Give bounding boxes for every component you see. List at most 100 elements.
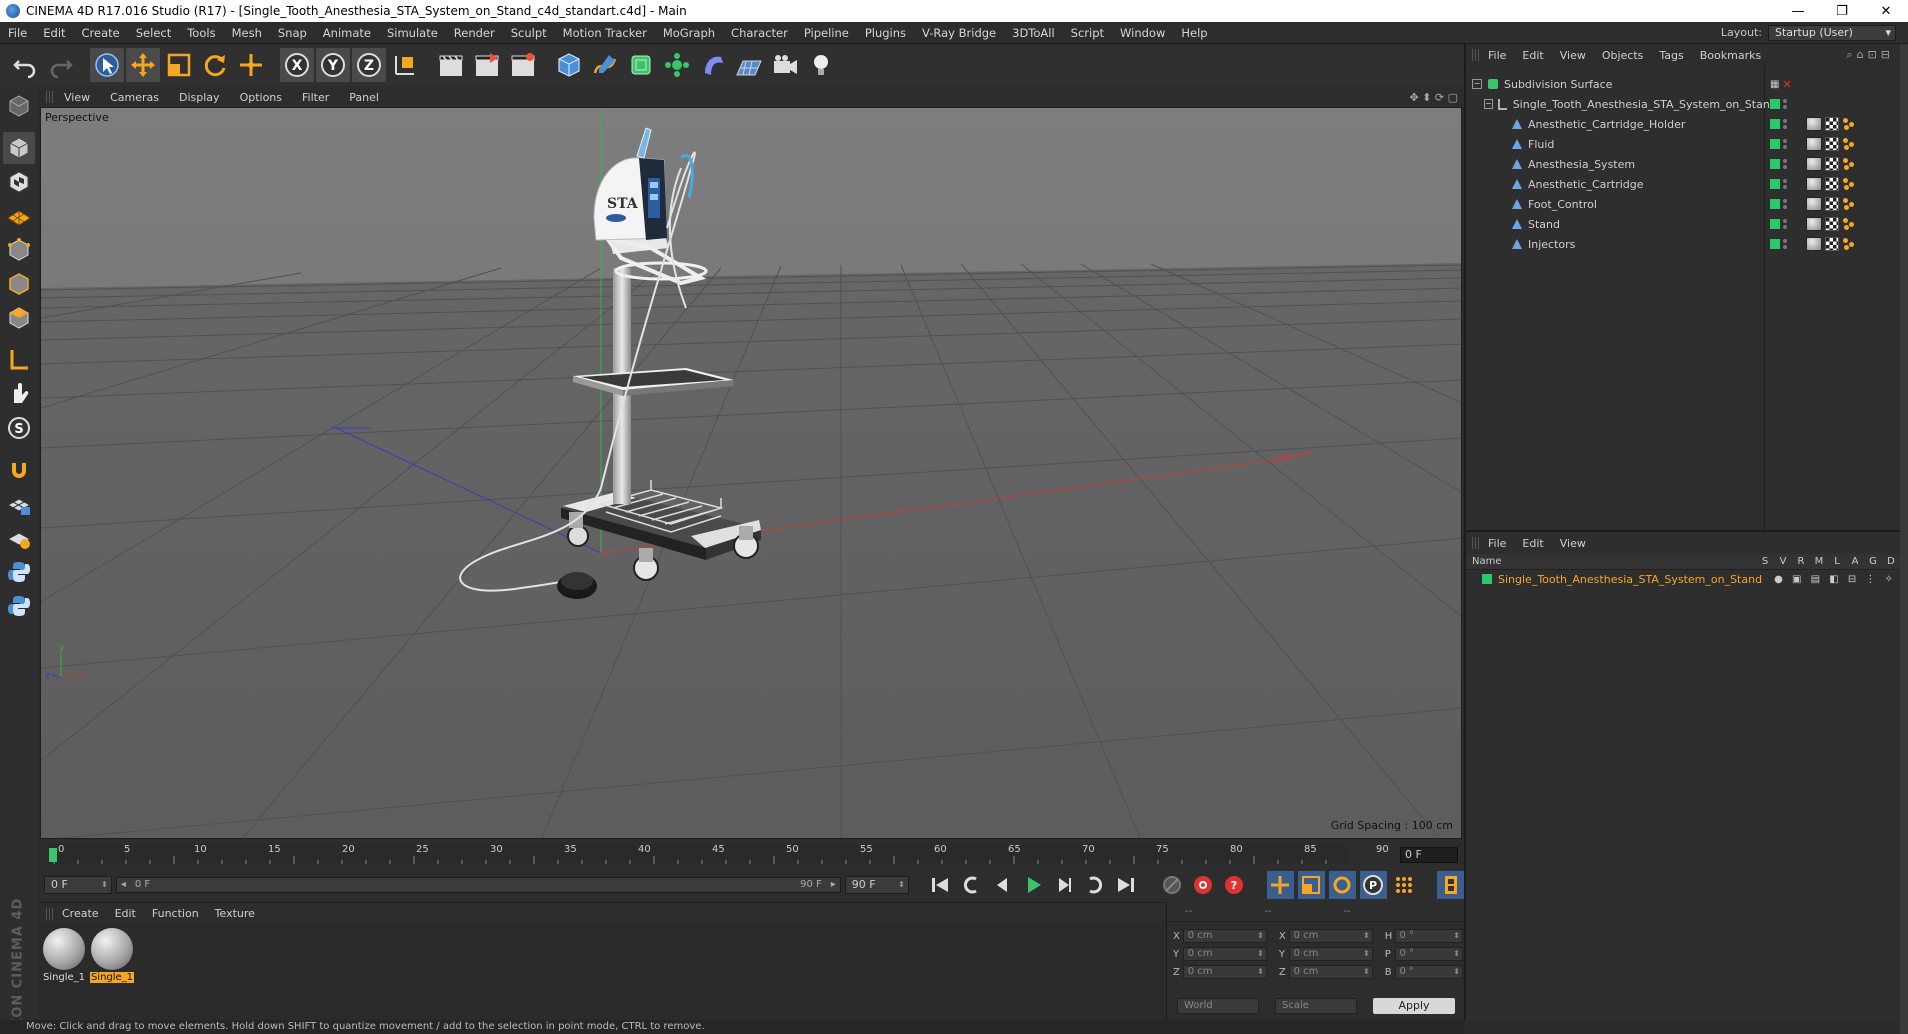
collapse-toggle[interactable]: −	[1484, 99, 1493, 109]
viewport-menu-filter[interactable]: Filter	[292, 91, 339, 104]
menu-render[interactable]: Render	[446, 26, 503, 40]
layer-menu-view[interactable]: View	[1552, 537, 1594, 550]
material-tag-icon[interactable]	[1806, 217, 1822, 231]
selection-tag-icon[interactable]	[1842, 197, 1856, 211]
visibility-dots-icon[interactable]	[1783, 179, 1787, 189]
material-swatch[interactable]: Single_1	[42, 928, 86, 988]
next-frame-button[interactable]	[1050, 871, 1077, 899]
material-tag-icon[interactable]	[1806, 157, 1822, 171]
snap-button[interactable]: S	[3, 412, 35, 444]
disable-x-icon[interactable]: ✕	[1782, 78, 1791, 91]
layer-color-icon[interactable]	[1770, 199, 1780, 209]
menu-snap[interactable]: Snap	[270, 26, 315, 40]
layer-column-render[interactable]: R	[1792, 556, 1810, 567]
add-camera-button[interactable]	[768, 48, 802, 82]
uvw-tag-icon[interactable]	[1825, 237, 1839, 251]
layer-column-locked[interactable]: L	[1828, 556, 1846, 567]
menu-file[interactable]: File	[0, 26, 35, 40]
visibility-dots-icon[interactable]	[1783, 99, 1787, 109]
rotation-h-field[interactable]: 0 °	[1394, 929, 1463, 943]
uvw-tag-icon[interactable]	[1825, 157, 1839, 171]
axis-mode-button[interactable]	[3, 344, 35, 376]
add-spline-button[interactable]	[588, 48, 622, 82]
layer-row[interactable]: Single_Tooth_Anesthesia_STA_System_on_St…	[1466, 570, 1900, 588]
add-environment-button[interactable]	[732, 48, 766, 82]
z-axis-lock-button[interactable]: Z	[352, 48, 386, 82]
scale-tool-button[interactable]	[162, 48, 196, 82]
layer-column-generators[interactable]: G	[1864, 556, 1882, 567]
current-frame-field[interactable]: 0 F	[1400, 847, 1458, 863]
viewport-menu-cameras[interactable]: Cameras	[100, 91, 169, 104]
layer-column-manager[interactable]: M	[1810, 556, 1828, 567]
layout-dropdown[interactable]: Startup (User)	[1768, 24, 1896, 41]
add-mograph-button[interactable]	[660, 48, 694, 82]
uvw-tag-icon[interactable]	[1825, 217, 1839, 231]
viewport-menu-options[interactable]: Options	[230, 91, 292, 104]
visibility-dots-icon[interactable]	[1783, 119, 1787, 129]
menu-window[interactable]: Window	[1112, 26, 1173, 40]
position-y-field[interactable]: 0 cm	[1182, 947, 1267, 961]
material-tag-icon[interactable]	[1806, 197, 1822, 211]
play-button[interactable]	[1019, 871, 1046, 899]
size-y-field[interactable]: 0 cm	[1288, 947, 1373, 961]
model-mode-button[interactable]	[3, 132, 35, 164]
material-menu-function[interactable]: Function	[144, 907, 207, 920]
material-swatch-selected[interactable]: Single_1	[90, 928, 134, 988]
material-menu-create[interactable]: Create	[54, 907, 107, 920]
viewport-menu-display[interactable]: Display	[169, 91, 230, 104]
python-script-button-2[interactable]	[3, 590, 35, 622]
workplane-mode-button[interactable]	[3, 200, 35, 232]
maximize-button[interactable]: ❐	[1820, 0, 1864, 22]
python-script-button-1[interactable]	[3, 556, 35, 588]
menu-animate[interactable]: Animate	[315, 26, 379, 40]
layer-column-solo[interactable]: S	[1756, 556, 1774, 567]
key-pla-button[interactable]	[1391, 871, 1418, 899]
object-menu-view[interactable]: View	[1552, 49, 1594, 62]
uvw-tag-icon[interactable]	[1825, 197, 1839, 211]
object-row-sta-system[interactable]: − Single_Tooth_Anesthesia_STA_System_on_…	[1466, 94, 1777, 114]
start-frame-field[interactable]: 0 F ⬍	[44, 876, 112, 894]
texture-mode-button[interactable]	[3, 166, 35, 198]
key-position-button[interactable]	[1266, 871, 1294, 899]
layer-color-icon[interactable]	[1770, 99, 1780, 109]
menu-motion-tracker[interactable]: Motion Tracker	[555, 26, 655, 40]
menu-pipeline[interactable]: Pipeline	[796, 26, 857, 40]
add-cube-button[interactable]	[552, 48, 586, 82]
undo-button[interactable]	[8, 48, 42, 82]
add-deformer-button[interactable]	[696, 48, 730, 82]
object-row[interactable]: Anesthetic_Cartridge_Holder	[1466, 114, 1766, 134]
layer-menu-file[interactable]: File	[1480, 537, 1514, 550]
add-nurbs-button[interactable]	[624, 48, 658, 82]
material-menu-texture[interactable]: Texture	[207, 907, 263, 920]
previous-key-button[interactable]	[957, 871, 984, 899]
layer-column-visible[interactable]: V	[1774, 556, 1792, 567]
add-light-button[interactable]	[804, 48, 838, 82]
visibility-dots-icon[interactable]	[1783, 239, 1787, 249]
rotation-p-field[interactable]: 0 °	[1394, 947, 1463, 961]
key-scale-button[interactable]	[1297, 871, 1325, 899]
render-settings-button[interactable]	[506, 48, 540, 82]
layer-column-deformers[interactable]: D	[1882, 556, 1900, 567]
object-row[interactable]: Stand	[1466, 214, 1766, 234]
layer-column-animation[interactable]: A	[1846, 556, 1864, 567]
x-axis-lock-button[interactable]: X	[280, 48, 314, 82]
visibility-dots-icon[interactable]	[1783, 139, 1787, 149]
object-menu-objects[interactable]: Objects	[1594, 49, 1652, 62]
object-row[interactable]: Anesthesia_System	[1466, 154, 1766, 174]
material-tag-icon[interactable]	[1806, 177, 1822, 191]
selection-tag-icon[interactable]	[1842, 177, 1856, 191]
uvw-tag-icon[interactable]	[1825, 177, 1839, 191]
coordinate-space-dropdown[interactable]: World	[1177, 998, 1259, 1014]
move-tool-button[interactable]	[126, 48, 160, 82]
visibility-dots-icon[interactable]	[1783, 159, 1787, 169]
layer-color-icon[interactable]	[1482, 574, 1492, 584]
redo-button[interactable]	[44, 48, 78, 82]
object-menu-tags[interactable]: Tags	[1651, 49, 1691, 62]
selection-tag-icon[interactable]	[1842, 157, 1856, 171]
object-menu-file[interactable]: File	[1480, 49, 1514, 62]
layer-color-icon[interactable]	[1770, 239, 1780, 249]
object-menu-bookmarks[interactable]: Bookmarks	[1692, 49, 1769, 62]
material-menu-edit[interactable]: Edit	[107, 907, 144, 920]
material-tag-icon[interactable]	[1806, 117, 1822, 131]
motion-record-button[interactable]	[1159, 871, 1186, 899]
